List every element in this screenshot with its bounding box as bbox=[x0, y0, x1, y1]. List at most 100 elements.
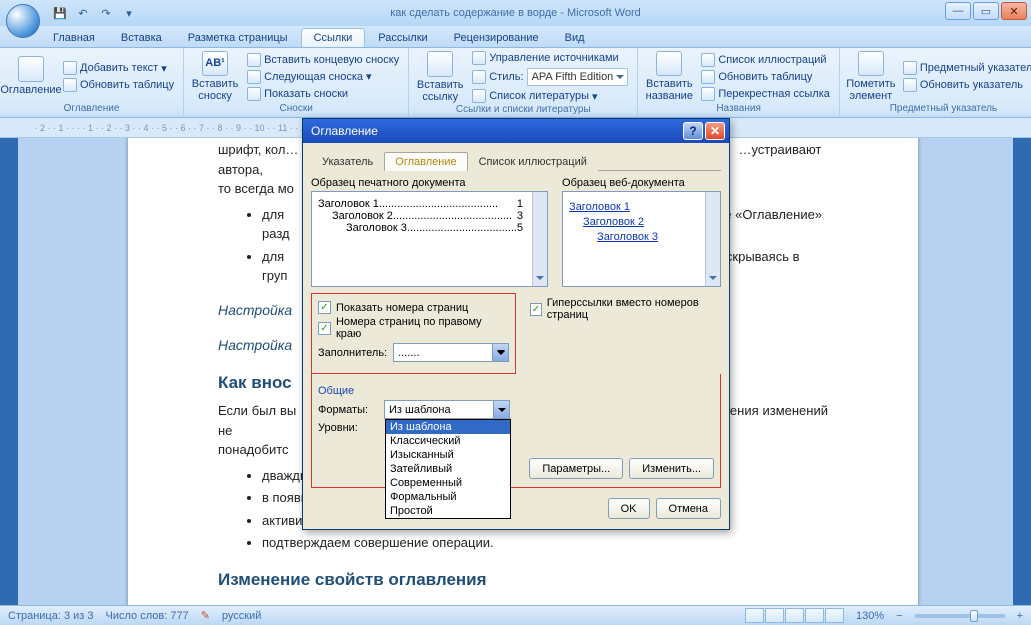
minimize-button[interactable]: — bbox=[945, 2, 971, 20]
insert-endnote-label: Вставить концевую сноску bbox=[264, 54, 399, 66]
office-button[interactable] bbox=[6, 4, 40, 38]
status-language[interactable]: русский bbox=[222, 610, 261, 622]
maximize-button[interactable]: ▭ bbox=[973, 2, 999, 20]
dialog-close-button[interactable]: ✕ bbox=[705, 122, 725, 140]
show-notes-button[interactable]: Показать сноски bbox=[244, 86, 402, 102]
insert-citation-button[interactable]: Вставить ссылку bbox=[415, 51, 465, 103]
close-button[interactable]: ✕ bbox=[1001, 2, 1027, 20]
print-preview: Заголовок 1.............................… bbox=[311, 191, 548, 287]
web-preview-link: Заголовок 1 bbox=[569, 201, 714, 213]
toc-preview-row: Заголовок 3.............................… bbox=[318, 222, 541, 234]
update-toc-button[interactable]: Обновить таблицу bbox=[60, 77, 177, 93]
add-text-label: Добавить текст bbox=[80, 62, 158, 74]
view-web-layout[interactable] bbox=[785, 608, 804, 623]
dlg-tab-illustrations[interactable]: Список иллюстраций bbox=[468, 152, 598, 171]
scrollbar[interactable] bbox=[532, 192, 547, 286]
tab-references[interactable]: Ссылки bbox=[301, 28, 366, 47]
window-title: как сделать содержание в ворде - Microso… bbox=[0, 7, 1031, 19]
zoom-out[interactable]: − bbox=[896, 610, 902, 622]
bibliography-button[interactable]: Список литературы ▾ bbox=[469, 88, 631, 104]
toc-button[interactable]: Оглавление bbox=[6, 51, 56, 103]
qat-undo[interactable]: ↶ bbox=[73, 3, 93, 23]
group-toc-label: Оглавление bbox=[6, 103, 177, 117]
tab-home[interactable]: Главная bbox=[40, 28, 108, 47]
group-captions-label: Названия bbox=[644, 103, 833, 117]
filler-label: Заполнитель: bbox=[318, 347, 387, 359]
view-draft[interactable] bbox=[825, 608, 844, 623]
ok-button[interactable]: OK bbox=[608, 498, 650, 519]
update-index-button[interactable]: Обновить указатель bbox=[900, 77, 1031, 93]
qat-save[interactable]: 💾 bbox=[50, 3, 70, 23]
cross-reference-button[interactable]: Перекрестная ссылка bbox=[698, 86, 833, 102]
tab-view[interactable]: Вид bbox=[552, 28, 598, 47]
toc-button-label: Оглавление bbox=[0, 84, 61, 96]
dlg-tab-toc[interactable]: Оглавление bbox=[384, 152, 467, 171]
insert-caption-label: Вставить название bbox=[646, 78, 693, 102]
dlg-tab-index[interactable]: Указатель bbox=[311, 152, 384, 171]
formats-combo[interactable]: Из шаблона Из шаблонаКлассическийИзыскан… bbox=[384, 400, 510, 419]
formats-option[interactable]: Из шаблона bbox=[386, 420, 510, 434]
zoom-value[interactable]: 130% bbox=[856, 610, 884, 622]
style-value[interactable]: APA Fifth Edition bbox=[527, 68, 629, 86]
bibliography-label: Список литературы bbox=[489, 90, 589, 102]
style-value-text: APA Fifth Edition bbox=[532, 71, 614, 83]
chk-right-align-label: Номера страниц по правому краю bbox=[336, 316, 509, 340]
status-words[interactable]: Число слов: 777 bbox=[106, 610, 189, 622]
doc-fragment: для bbox=[262, 249, 284, 264]
chk-show-pages[interactable]: ✓ bbox=[318, 301, 331, 314]
tab-review[interactable]: Рецензирование bbox=[441, 28, 552, 47]
cancel-button[interactable]: Отмена bbox=[656, 498, 721, 519]
params-button[interactable]: Параметры... bbox=[529, 458, 623, 479]
next-footnote-button[interactable]: Следующая сноска ▾ bbox=[244, 69, 402, 85]
show-notes-label: Показать сноски bbox=[264, 88, 348, 100]
zoom-in[interactable]: + bbox=[1017, 610, 1023, 622]
formats-option[interactable]: Классический bbox=[386, 434, 510, 448]
insert-index-button[interactable]: Предметный указатель bbox=[900, 60, 1031, 76]
zoom-slider[interactable] bbox=[915, 614, 1005, 618]
proofing-icon[interactable]: ✎ bbox=[201, 609, 210, 622]
table-of-figures-button[interactable]: Список иллюстраций bbox=[698, 52, 833, 68]
group-citations-label: Ссылки и списки литературы bbox=[415, 104, 631, 117]
formats-option[interactable]: Простой bbox=[386, 504, 510, 518]
filler-value: ....... bbox=[398, 347, 419, 359]
formats-dropdown-list: Из шаблонаКлассическийИзысканныйЗатейлив… bbox=[385, 419, 511, 519]
filler-combo[interactable]: ....... bbox=[393, 343, 509, 362]
update-toc-label: Обновить таблицу bbox=[80, 79, 174, 91]
dialog-title: Оглавление bbox=[311, 124, 378, 138]
tab-insert[interactable]: Вставка bbox=[108, 28, 175, 47]
formats-option[interactable]: Изысканный bbox=[386, 448, 510, 462]
add-text-button[interactable]: Добавить текст ▾ bbox=[60, 60, 177, 76]
view-print-layout[interactable] bbox=[745, 608, 764, 623]
dialog-help-button[interactable]: ? bbox=[683, 122, 703, 140]
chk-right-align[interactable]: ✓ bbox=[318, 322, 331, 335]
update-index-label: Обновить указатель bbox=[920, 79, 1023, 91]
web-preview-link: Заголовок 3 bbox=[569, 231, 714, 243]
chk-hyperlinks[interactable]: ✓ bbox=[530, 303, 542, 316]
view-outline[interactable] bbox=[805, 608, 824, 623]
doc-fragment: шрифт, кол… bbox=[218, 142, 298, 157]
update-tof-button[interactable]: Обновить таблицу bbox=[698, 69, 833, 85]
general-group-label: Общие bbox=[318, 385, 714, 397]
toc-preview-row: Заголовок 2.............................… bbox=[318, 210, 541, 222]
insert-index-label: Предметный указатель bbox=[920, 62, 1031, 74]
status-page[interactable]: Страница: 3 из 3 bbox=[8, 610, 94, 622]
tab-layout[interactable]: Разметка страницы bbox=[175, 28, 301, 47]
insert-caption-button[interactable]: Вставить название bbox=[644, 51, 694, 103]
mark-entry-button[interactable]: Пометить элемент bbox=[846, 51, 896, 103]
tab-mailings[interactable]: Рассылки bbox=[365, 28, 440, 47]
formats-option[interactable]: Затейливый bbox=[386, 462, 510, 476]
qat-redo[interactable]: ↷ bbox=[96, 3, 116, 23]
style-dropdown[interactable]: Стиль: APA Fifth Edition bbox=[469, 67, 631, 87]
group-index-label: Предметный указатель bbox=[846, 103, 1031, 117]
qat-customize[interactable]: ▾ bbox=[119, 3, 139, 23]
next-footnote-label: Следующая сноска bbox=[264, 71, 363, 83]
formats-option[interactable]: Формальный bbox=[386, 490, 510, 504]
formats-option[interactable]: Современный bbox=[386, 476, 510, 490]
insert-endnote-button[interactable]: Вставить концевую сноску bbox=[244, 52, 402, 68]
view-full-screen[interactable] bbox=[765, 608, 784, 623]
modify-button[interactable]: Изменить... bbox=[629, 458, 714, 479]
scrollbar[interactable] bbox=[705, 192, 720, 286]
manage-sources-button[interactable]: Управление источниками bbox=[469, 50, 631, 66]
web-preview-label: Образец веб-документа bbox=[562, 177, 721, 189]
insert-footnote-button[interactable]: AB¹Вставить сноску bbox=[190, 51, 240, 103]
